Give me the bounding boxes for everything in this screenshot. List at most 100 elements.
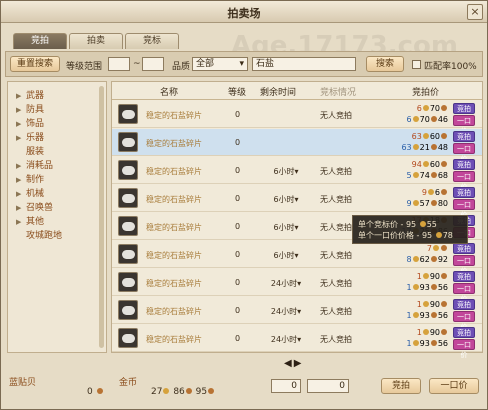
sidebar-item-consumable[interactable]: ▶ 消耗品 (16, 160, 53, 172)
sidebar-item-label: 制作 (26, 175, 45, 185)
table-row[interactable]: 稳定的石盐碎片 0 6小时▾ 无人竞拍 94 60 5 74 68 竞拍一口价 (112, 157, 482, 191)
sidebar-item-machine[interactable]: ▶ 机械 (16, 188, 44, 200)
row-bid-button[interactable]: 竞拍 (453, 271, 475, 282)
search-button[interactable]: 搜索 (366, 56, 404, 72)
prev-page-icon[interactable]: ◀ (284, 358, 292, 369)
sidebar-item-label: 机械 (26, 189, 45, 199)
bid-button[interactable]: 竞拍 (381, 378, 421, 394)
tab-sell[interactable]: 拍卖 (69, 33, 123, 49)
salt-shard-icon (118, 300, 138, 320)
header-price[interactable]: 竞拍价 (412, 85, 439, 98)
silver-coin-icon (430, 144, 437, 150)
gold-coin-icon (412, 172, 419, 178)
quality-select[interactable]: 全部 ▾ (192, 57, 248, 71)
buyout-price: 5 74 68 (384, 170, 448, 181)
buy-silver: 70 (419, 115, 430, 124)
sidebar-item-summon[interactable]: ▶ 召唤兽 (16, 202, 53, 214)
row-bid-button[interactable]: 竞拍 (453, 103, 475, 114)
silver-coin-icon (430, 172, 437, 178)
silver-coin-icon (441, 105, 447, 111)
silver-coin-icon (441, 189, 447, 195)
expand-arrow-icon: ▶ (16, 190, 22, 198)
header-name[interactable]: 名称 (160, 85, 178, 98)
close-icon[interactable]: × (467, 4, 483, 20)
gold-coin-icon (422, 329, 429, 335)
row-buyout-button[interactable]: 一口价 (453, 115, 475, 135)
sidebar-item-costume[interactable]: 服装 (16, 146, 44, 158)
sidebar-scrollbar[interactable] (99, 86, 104, 348)
header-level[interactable]: 等级 (228, 85, 246, 98)
buyout-button[interactable]: 一口价 (429, 378, 479, 394)
sidebar-item-craft[interactable]: ▶ 制作 (16, 174, 44, 186)
level-separator: ~ (133, 59, 141, 69)
item-name: 稳定的石盐碎片 (146, 195, 202, 204)
auction-table: 名称 等级 剩余时间 竞标情况 竞拍价 稳定的石盐碎片 0 无人竞拍 6 70 6 70 46… (111, 81, 483, 359)
buy-copper: 80 (437, 199, 448, 208)
match-rate-label: 匹配率100% (424, 62, 477, 72)
bid-gold: 7 (426, 244, 432, 253)
table-row[interactable]: 稳定的石盐碎片 0 24小时▾ 无人竞拍 1 90 1 93 56 竞拍一口价 (112, 325, 482, 359)
row-buyout-button[interactable]: 一口价 (453, 283, 475, 303)
sidebar-item-accessory[interactable]: ▶ 饰品 (16, 118, 44, 130)
item-status: 无人竞拍 (320, 195, 352, 204)
row-bid-button[interactable]: 竞拍 (453, 131, 475, 142)
expand-arrow-icon: ▶ (16, 134, 22, 142)
gold-coin-icon (163, 388, 170, 394)
table-row[interactable]: 稳定的石盐碎片 0 24小时▾ 无人竞拍 1 90 1 93 56 竞拍一口价 (112, 297, 482, 331)
row-bid-button[interactable]: 竞拍 (453, 159, 475, 170)
sidebar-item-siege[interactable]: 攻城跑地 (16, 230, 62, 242)
bid-amount-input-gold[interactable]: 0 (271, 379, 301, 393)
tab-tender[interactable]: 竞标 (125, 33, 179, 49)
gold-coin-icon (433, 245, 439, 251)
sidebar-item-armor[interactable]: ▶ 防具 (16, 104, 44, 116)
buy-gold: 1 (406, 311, 412, 320)
sidebar-item-instrument[interactable]: ▶ 乐器 (16, 132, 44, 144)
shells-value: 0 (87, 387, 104, 397)
table-row[interactable]: 稳定的石盐碎片 0 6小时▾ 无人竞拍 7 8 62 92 竞拍一口价 (112, 241, 482, 275)
silver-coin-icon (441, 301, 447, 307)
item-time: 6小时▾ (273, 223, 299, 232)
silver-coin-icon (441, 273, 447, 279)
silver-coin-icon (441, 133, 447, 139)
sidebar-item-label: 消耗品 (26, 161, 54, 171)
tooltip-bid-line: 单个竞标价 - 95 55 (358, 219, 462, 230)
tab-bid[interactable]: 竞拍 (13, 33, 67, 49)
row-buyout-button[interactable]: 一口价 (453, 171, 475, 191)
table-row[interactable]: 稳定的石盐碎片 0 无人竞拍 6 70 6 70 46 竞拍一口价 (112, 101, 482, 135)
gold-value: 27 86 95 (151, 387, 215, 397)
row-buyout-button[interactable]: 一口价 (453, 311, 475, 331)
salt-shard-icon (118, 328, 138, 348)
bid-silver: 90 (429, 328, 440, 337)
buy-copper: 46 (437, 115, 448, 124)
row-bid-button[interactable]: 竞拍 (453, 299, 475, 310)
level-min-input[interactable] (108, 57, 130, 71)
header-status[interactable]: 竞标情况 (320, 85, 356, 98)
bid-silver: 60 (429, 160, 440, 169)
reset-search-button[interactable]: 重置搜索 (10, 56, 60, 72)
row-bid-button[interactable]: 竞拍 (453, 187, 475, 198)
buyout-price: 63 21 48 (384, 142, 448, 153)
row-buyout-button[interactable]: 一口价 (453, 255, 475, 275)
buy-silver: 93 (419, 339, 430, 348)
sidebar-item-other[interactable]: ▶ 其他 (16, 216, 44, 228)
row-bid-button[interactable]: 竞拍 (453, 243, 475, 254)
row-buyout-button[interactable]: 一口价 (453, 199, 475, 219)
level-max-input[interactable] (142, 57, 164, 71)
bid-amount-input-silver[interactable]: 0 (307, 379, 349, 393)
row-buyout-button[interactable]: 一口价 (453, 143, 475, 163)
table-row[interactable]: 稳定的石盐碎片06小时▾无人竞拍9695780竞拍一口价 (112, 185, 482, 219)
match-checkbox[interactable] (412, 60, 421, 69)
keyword-input[interactable]: 石盐 (252, 57, 356, 71)
header-time[interactable]: 剩余时间 (260, 85, 296, 98)
silver-coin-icon (430, 284, 437, 290)
expand-arrow-icon: ▶ (16, 106, 22, 114)
table-row[interactable]: 稳定的石盐碎片 0 24小时▾ 无人竞拍 1 90 1 93 56 竞拍一口价 (112, 269, 482, 303)
row-buyout-button[interactable]: 一口价 (453, 339, 475, 359)
next-page-icon[interactable]: ▶ (294, 358, 302, 369)
table-row[interactable]: 稳定的石盐碎片 0 63 60 63 21 48 竞拍一口价 (112, 129, 482, 163)
bid-gold: 1 (416, 328, 422, 337)
buy-gold: 6 (406, 115, 412, 124)
row-bid-button[interactable]: 竞拍 (453, 327, 475, 338)
salt-shard-icon (118, 272, 138, 292)
sidebar-item-weapon[interactable]: ▶ 武器 (16, 90, 44, 102)
